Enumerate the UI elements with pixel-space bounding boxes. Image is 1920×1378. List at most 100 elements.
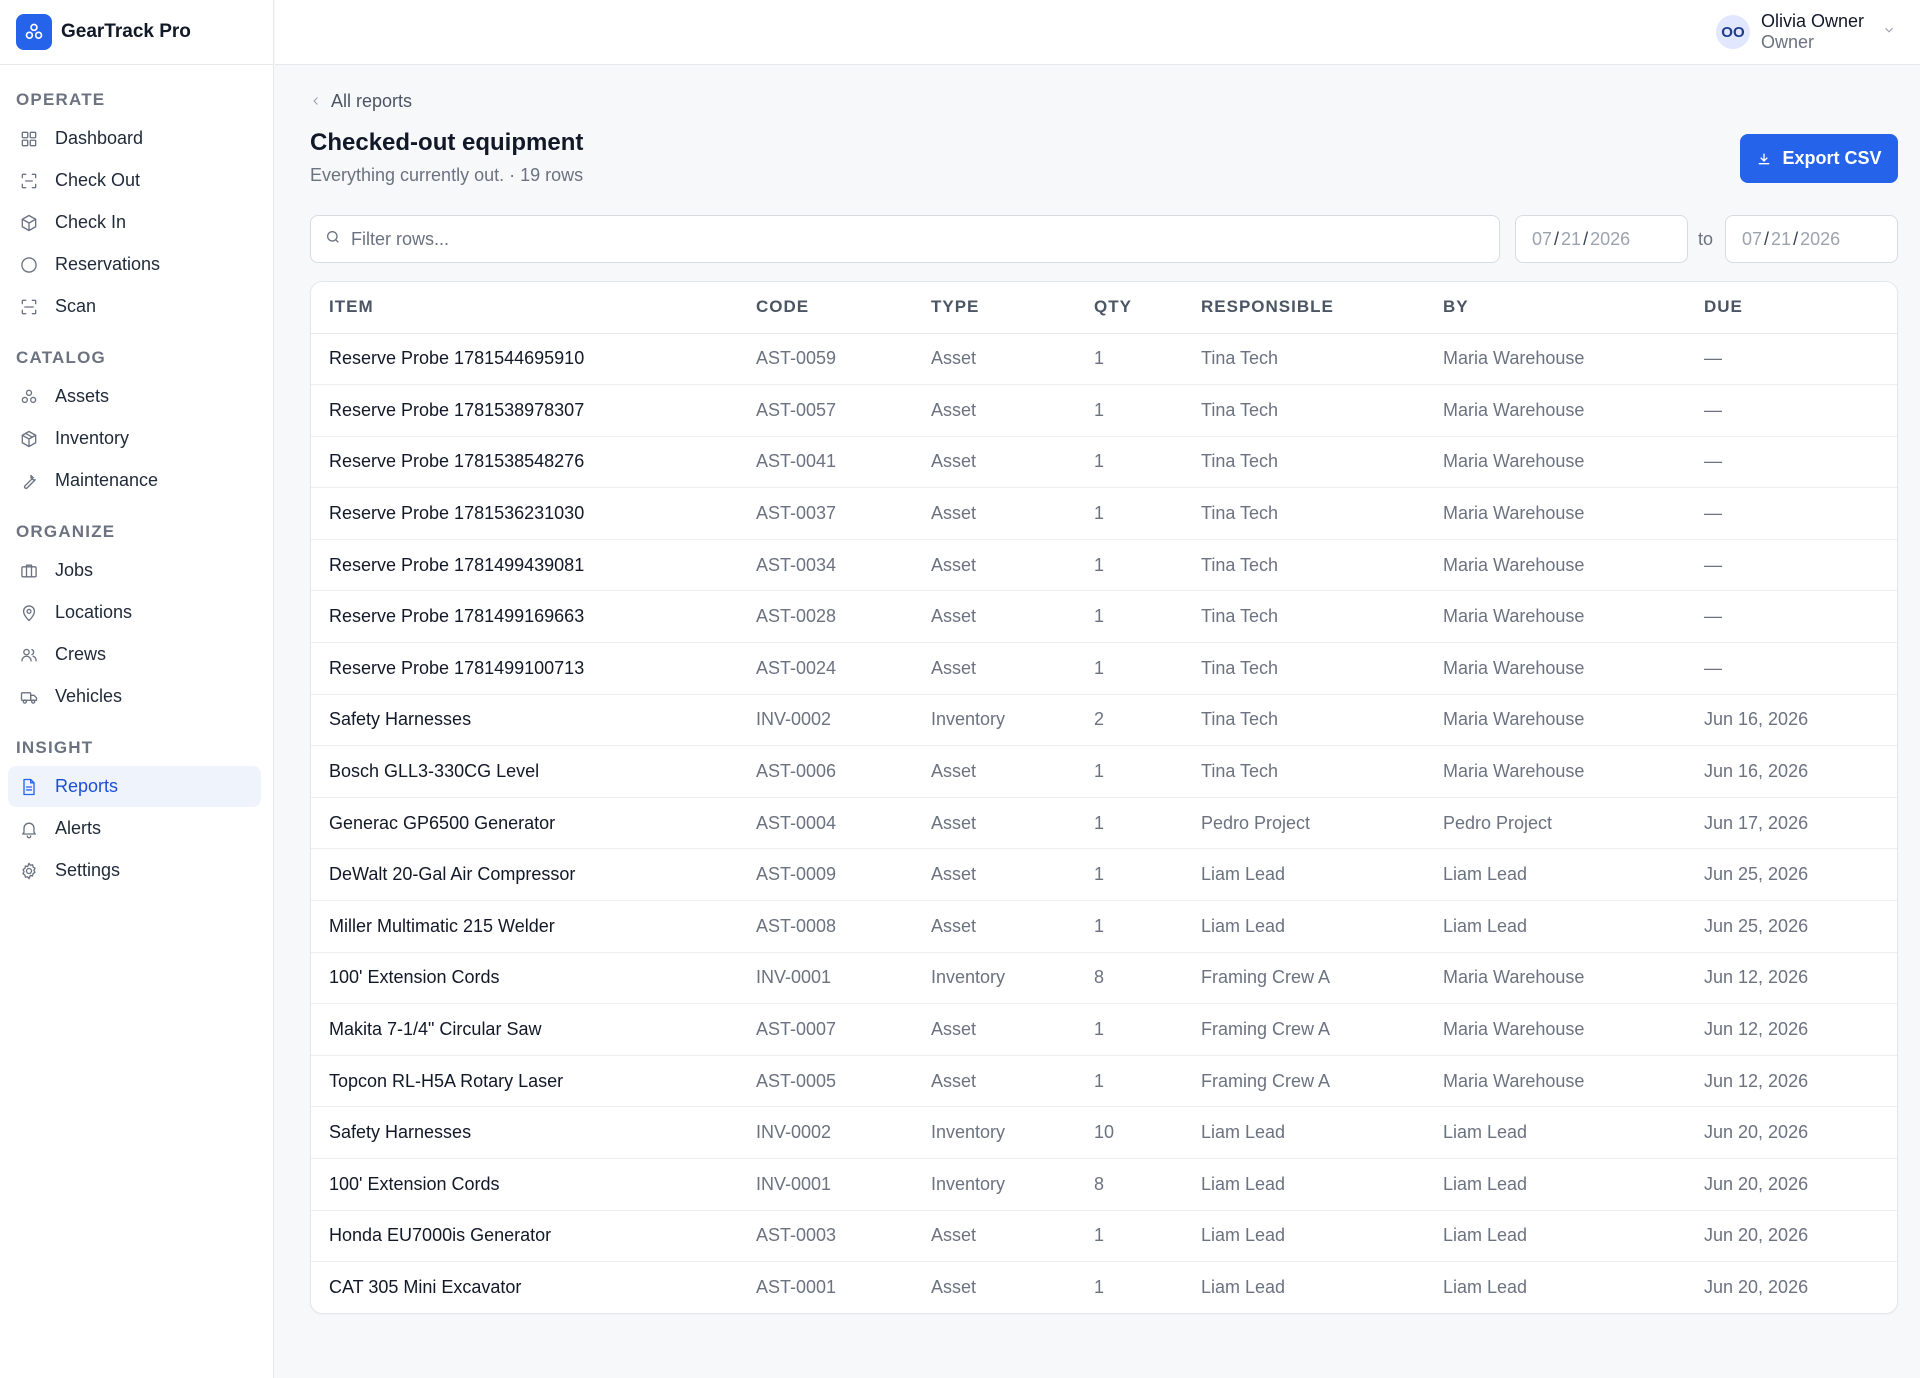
table-row[interactable]: Generac GP6500 Generator AST-0004 Asset 1 Pe…	[311, 797, 1897, 850]
table-row[interactable]: Reserve Probe 1781538548276 AST-0041 Asset…	[311, 436, 1897, 489]
table-row[interactable]: Reserve Probe 1781499169663 AST-0028 Asset…	[311, 590, 1897, 644]
date-to-input[interactable]: 07/21/2026	[1725, 215, 1898, 263]
sidebar-item-vehicles[interactable]: Vehicles	[8, 676, 261, 717]
table-row[interactable]: Topcon RL-H5A Rotary Laser AST-0005 Asset 1…	[311, 1055, 1897, 1108]
cell-item: Makita 7-1/4" Circular Saw	[311, 1003, 738, 1056]
cell-code: INV-0002	[738, 1106, 913, 1159]
sidebar-item-crews[interactable]: Crews	[8, 634, 261, 675]
table-header-row: ITEM CODE TYPE QTY RESPONSIBLE BY DUE	[311, 282, 1897, 334]
table-row[interactable]: Reserve Probe 1781536231030 AST-0037 Asset…	[311, 487, 1897, 540]
sidebar-item-jobs[interactable]: Jobs	[8, 550, 261, 591]
sidebar-item-maintenance[interactable]: Maintenance	[8, 460, 261, 501]
cell-qty: 1	[1076, 900, 1183, 953]
cell-item: Topcon RL-H5A Rotary Laser	[311, 1055, 738, 1108]
sidebar-item-reservations[interactable]: Reservations	[8, 244, 261, 285]
cell-qty: 1	[1076, 487, 1183, 540]
sidebar-item-assets[interactable]: Assets	[8, 376, 261, 417]
cell-item: Reserve Probe 1781536231030	[311, 487, 738, 540]
cell-qty: 1	[1076, 745, 1183, 798]
table-row[interactable]: Miller Multimatic 215 Welder AST-0008 Asse…	[311, 900, 1897, 953]
cell-qty: 2	[1076, 694, 1183, 747]
sidebar-item-label: Jobs	[55, 560, 94, 580]
table-row[interactable]: CAT 305 Mini Excavator AST-0001 Asset 1 Liam…	[311, 1262, 1897, 1314]
column-header-code[interactable]: CODE	[738, 282, 913, 334]
report-icon	[18, 776, 40, 798]
cell-qty: 1	[1076, 642, 1183, 695]
user-menu[interactable]: OO Olivia Owner Owner	[1715, 10, 1896, 54]
sidebar-section-catalog: CATALOG	[16, 348, 106, 367]
table-body: Reserve Probe 1781544695910 AST-0059 Asset…	[311, 333, 1897, 1314]
sidebar-item-scan[interactable]: Scan	[8, 286, 261, 327]
table-row[interactable]: DeWalt 20-Gal Air Compressor AST-0009 Asse…	[311, 848, 1897, 902]
table-row[interactable]: Reserve Probe 1781538978307 AST-0057 Asset…	[311, 384, 1897, 437]
cell-code: AST-0028	[738, 590, 913, 644]
column-header-responsible[interactable]: RESPONSIBLE	[1183, 282, 1425, 334]
breadcrumb-back-link[interactable]: All reports	[310, 91, 412, 112]
cell-by: Maria Warehouse	[1425, 952, 1686, 1005]
brand[interactable]: GearTrack Pro	[0, 0, 273, 65]
export-csv-button[interactable]: Export CSV	[1740, 134, 1898, 183]
sidebar-item-check-out[interactable]: Check Out	[8, 160, 261, 201]
sidebar-item-alerts[interactable]: Alerts	[8, 808, 261, 849]
sidebar-item-label: Vehicles	[55, 686, 123, 706]
filter-rows-input[interactable]	[351, 228, 1451, 250]
table-row[interactable]: Honda EU7000is Generator AST-0003 Asset 1 Li…	[311, 1210, 1897, 1263]
cell-qty: 8	[1076, 1158, 1183, 1211]
cell-item: 100' Extension Cords	[311, 1158, 738, 1211]
cell-qty: 10	[1076, 1106, 1183, 1159]
table-row[interactable]: Reserve Probe 1781499439081 AST-0034 Asset…	[311, 539, 1897, 592]
column-header-by[interactable]: BY	[1425, 282, 1686, 334]
cell-responsible: Liam Lead	[1183, 848, 1425, 902]
reservations-icon	[18, 254, 40, 276]
cell-responsible: Tina Tech	[1183, 436, 1425, 489]
table-row[interactable]: 100' Extension Cords INV-0001 Inventory 8 Li…	[311, 1158, 1897, 1211]
sidebar-item-label: Reports	[55, 776, 119, 796]
sidebar-item-check-in[interactable]: Check In	[8, 202, 261, 243]
bell-icon	[18, 818, 40, 840]
cell-due: Jun 25, 2026	[1686, 900, 1897, 953]
cell-item: 100' Extension Cords	[311, 952, 738, 1005]
sidebar-item-reports[interactable]: Reports	[8, 766, 261, 807]
column-header-item[interactable]: ITEM	[311, 282, 738, 334]
map-pin-icon	[18, 602, 40, 624]
cell-type: Asset	[913, 745, 1076, 798]
column-header-due[interactable]: DUE	[1686, 282, 1897, 334]
cell-code: AST-0004	[738, 797, 913, 850]
cell-due: —	[1686, 333, 1897, 386]
inventory-icon	[18, 428, 40, 450]
cell-qty: 1	[1076, 333, 1183, 386]
export-csv-label: Export CSV	[1782, 148, 1882, 168]
table-row[interactable]: Reserve Probe 1781499100713 AST-0024 Asset…	[311, 642, 1897, 695]
column-header-qty[interactable]: QTY	[1076, 282, 1183, 334]
table-row[interactable]: Safety Harnesses INV-0002 Inventory 2 Tina T…	[311, 694, 1897, 747]
cell-type: Inventory	[913, 1106, 1076, 1159]
table-row[interactable]: Bosch GLL3-330CG Level AST-0006 Asset 1 Tina…	[311, 745, 1897, 798]
cell-by: Maria Warehouse	[1425, 745, 1686, 798]
cell-due: —	[1686, 384, 1897, 437]
cell-item: Generac GP6500 Generator	[311, 797, 738, 850]
table-row[interactable]: Reserve Probe 1781544695910 AST-0059 Asset…	[311, 333, 1897, 386]
column-header-type[interactable]: TYPE	[913, 282, 1076, 334]
table-row[interactable]: 100' Extension Cords INV-0001 Inventory 8 Fr…	[311, 952, 1897, 1005]
cell-type: Asset	[913, 590, 1076, 644]
sidebar-item-locations[interactable]: Locations	[8, 592, 261, 633]
sidebar-item-settings[interactable]: Settings	[8, 850, 261, 891]
date-from-year: 2026	[1590, 228, 1631, 249]
table-row[interactable]: Safety Harnesses INV-0002 Inventory 10 Liam …	[311, 1106, 1897, 1159]
cell-type: Asset	[913, 642, 1076, 695]
app-name: GearTrack Pro	[61, 21, 191, 42]
chevron-down-icon	[1882, 23, 1896, 42]
sidebar-item-dashboard[interactable]: Dashboard	[8, 118, 261, 159]
date-from-input[interactable]: 07/21/2026	[1515, 215, 1688, 263]
cell-due: Jun 16, 2026	[1686, 745, 1897, 798]
search-icon	[325, 229, 341, 250]
cell-due: Jun 20, 2026	[1704, 1277, 1809, 1298]
cell-responsible: Tina Tech	[1183, 590, 1425, 644]
cell-item: Bosch GLL3-330CG Level	[311, 745, 738, 798]
cell-due: Jun 20, 2026	[1686, 1210, 1897, 1263]
cell-by: Liam Lead	[1425, 900, 1686, 953]
cell-item: Safety Harnesses	[311, 1106, 738, 1159]
cell-qty: 1	[1076, 590, 1183, 644]
table-row[interactable]: Makita 7-1/4" Circular Saw AST-0007 Asset 1…	[311, 1003, 1897, 1056]
sidebar-item-inventory[interactable]: Inventory	[8, 418, 261, 459]
